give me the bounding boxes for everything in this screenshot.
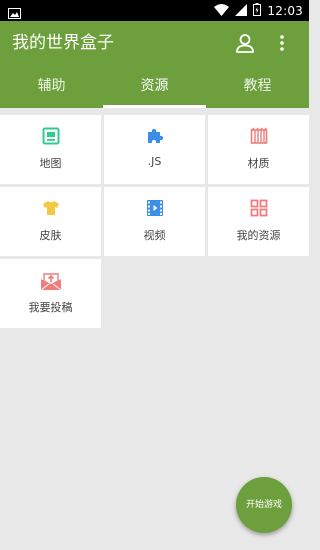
grid-item-video[interactable]: 视频	[104, 187, 205, 256]
status-time: 12:03	[267, 3, 303, 18]
app-title: 我的世界盒子	[12, 33, 114, 53]
tab-label: 资源	[140, 78, 169, 94]
tab-resources[interactable]: 资源	[103, 65, 206, 108]
grid-item-map[interactable]: 地图	[0, 115, 101, 184]
grid-item-my-resources[interactable]: 我的资源	[208, 187, 309, 256]
signal-icon	[235, 1, 248, 20]
grid-item-label: 地图	[39, 157, 62, 170]
puzzle-icon	[147, 128, 163, 143]
tab-bar: 辅助 资源 教程	[0, 65, 309, 108]
user-icon	[236, 34, 254, 53]
tab-label: 教程	[243, 78, 272, 94]
user-button[interactable]	[234, 32, 256, 54]
film-icon	[146, 200, 163, 216]
app-bar: 我的世界盒子 辅助 资源 教程	[0, 21, 309, 108]
texture-icon	[250, 127, 267, 144]
grid-icon	[250, 199, 267, 217]
map-icon	[42, 127, 59, 145]
tab-indicator	[103, 105, 206, 108]
battery-icon	[253, 1, 262, 20]
grid-item-label: 我要投稿	[28, 301, 73, 314]
status-bar: 12:03	[0, 0, 309, 21]
grid-item-label: .JS	[147, 155, 162, 168]
wifi-icon	[214, 1, 230, 20]
start-game-label: 开始游戏	[245, 500, 282, 510]
grid-item-label: 我的资源	[236, 229, 281, 242]
grid-item-label: 视频	[143, 229, 166, 242]
mail-upload-icon	[40, 273, 61, 291]
tab-tutorial[interactable]: 教程	[206, 65, 309, 108]
tab-label: 辅助	[37, 78, 66, 94]
more-vert-icon	[280, 35, 284, 51]
grid-item-texture[interactable]: 材质	[208, 115, 309, 184]
start-game-button[interactable]: 开始游戏	[236, 477, 292, 533]
tab-assist[interactable]: 辅助	[0, 65, 103, 108]
grid-item-skin[interactable]: 皮肤	[0, 187, 101, 256]
grid-item-submit[interactable]: 我要投稿	[0, 259, 101, 328]
grid-item-label: 皮肤	[39, 229, 62, 242]
tshirt-icon	[42, 201, 59, 215]
more-options-button[interactable]	[272, 32, 292, 54]
grid-item-label: 材质	[247, 157, 270, 170]
grid-item-js[interactable]: .JS	[104, 115, 205, 184]
